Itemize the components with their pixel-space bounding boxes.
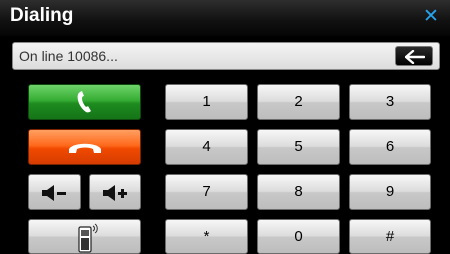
end-call-button[interactable] bbox=[28, 129, 141, 165]
key-6[interactable]: 6 bbox=[349, 129, 431, 165]
display-text: On line 10086... bbox=[19, 48, 118, 64]
key-label: 7 bbox=[202, 183, 211, 200]
volume-up-button[interactable] bbox=[89, 174, 141, 210]
backspace-button[interactable] bbox=[395, 46, 433, 66]
key-2[interactable]: 2 bbox=[257, 84, 340, 120]
key-4[interactable]: 4 bbox=[165, 129, 248, 165]
key-0[interactable]: 0 bbox=[257, 219, 340, 254]
key-1[interactable]: 1 bbox=[165, 84, 248, 120]
volume-down-icon bbox=[42, 185, 66, 201]
key-label: 6 bbox=[385, 138, 395, 155]
key-5[interactable]: 5 bbox=[257, 129, 340, 165]
key-label: 4 bbox=[202, 138, 211, 155]
volume-up-icon bbox=[103, 185, 127, 201]
key-label: 2 bbox=[294, 93, 303, 110]
key-label: * bbox=[203, 228, 210, 245]
key-3[interactable]: 3 bbox=[349, 84, 431, 120]
key-hash[interactable]: # bbox=[349, 219, 431, 254]
key-8[interactable]: 8 bbox=[257, 174, 340, 210]
phone-call-icon bbox=[77, 91, 91, 113]
key-label: 9 bbox=[385, 183, 395, 200]
key-label: # bbox=[385, 228, 395, 245]
title-bar: Dialing ✕ bbox=[0, 0, 450, 36]
key-7[interactable]: 7 bbox=[165, 174, 248, 210]
key-9[interactable]: 9 bbox=[349, 174, 431, 210]
left-arrow-icon bbox=[405, 50, 425, 64]
key-label: 8 bbox=[294, 183, 303, 200]
call-button[interactable] bbox=[28, 84, 141, 120]
key-label: 5 bbox=[294, 138, 303, 155]
key-label: 3 bbox=[385, 93, 395, 110]
key-label: 1 bbox=[202, 93, 211, 110]
close-icon[interactable]: ✕ bbox=[422, 5, 440, 27]
window-title: Dialing bbox=[10, 5, 74, 26]
key-label: 0 bbox=[294, 228, 303, 245]
mobile-keypad-icon bbox=[78, 223, 98, 253]
number-display: On line 10086... bbox=[12, 42, 440, 70]
phone-hangup-icon bbox=[69, 143, 101, 153]
volume-down-button[interactable] bbox=[28, 174, 81, 210]
dialpad-toggle-button[interactable] bbox=[28, 219, 141, 254]
key-star[interactable]: * bbox=[165, 219, 248, 254]
